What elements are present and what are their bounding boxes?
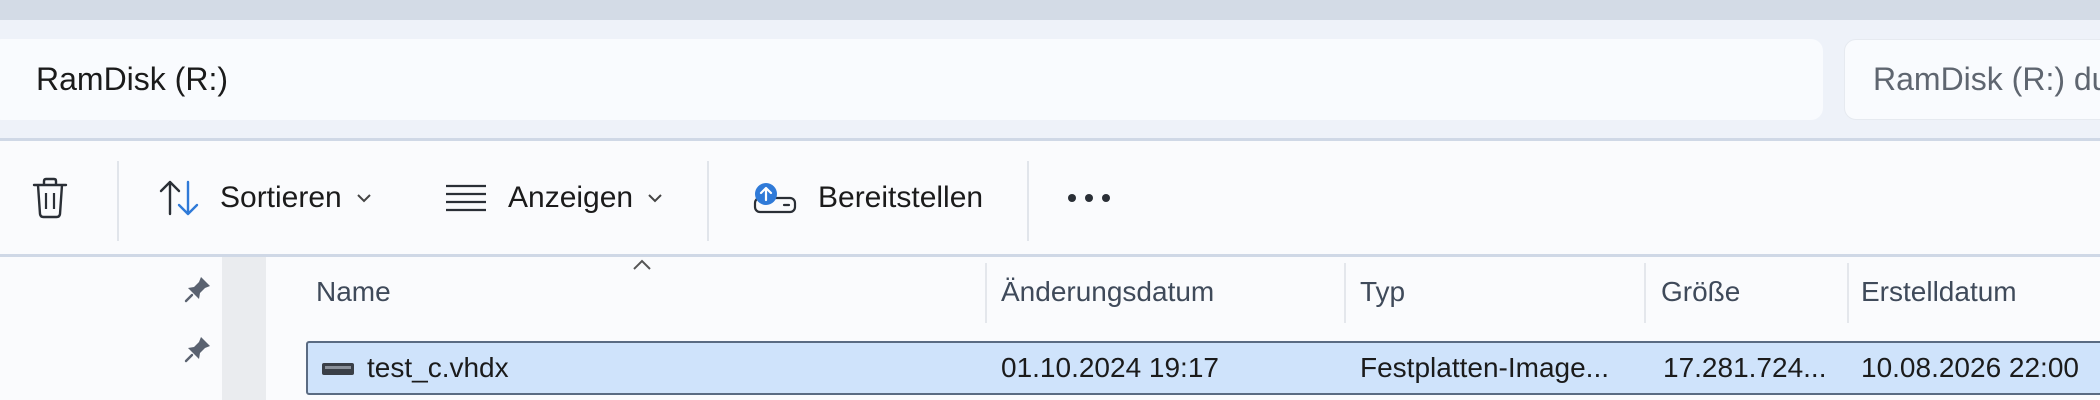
column-header-created-label: Erstelldatum <box>1861 276 2017 307</box>
address-bar[interactable]: RamDisk (R:) <box>0 39 1823 120</box>
sort-label: Sortieren <box>220 180 342 214</box>
toolbar-separator <box>707 161 709 241</box>
drive-image-icon <box>322 363 354 375</box>
file-name[interactable]: test_c.vhdx <box>367 343 509 393</box>
command-bar: Sortieren Anzeigen Bereitstellen <box>0 141 2100 254</box>
view-label: Anzeigen <box>508 180 634 214</box>
chevron-down-icon <box>357 193 371 202</box>
address-row: RamDisk (R:) RamDisk (R:) du <box>0 20 2100 138</box>
file-type: Festplatten-Image... <box>1360 352 1610 383</box>
pin-icon[interactable] <box>183 274 213 304</box>
toolbar-separator <box>117 161 119 241</box>
column-header-name[interactable]: Name <box>316 257 391 327</box>
pin-icon[interactable] <box>183 334 213 364</box>
column-header-size[interactable]: Größe <box>1661 257 1740 327</box>
mount-button[interactable]: Bereitstellen <box>752 141 983 254</box>
column-separator[interactable] <box>1344 263 1346 323</box>
column-header-size-label: Größe <box>1661 276 1741 307</box>
sort-ascending-caret-icon <box>633 259 651 270</box>
column-separator[interactable] <box>985 263 987 323</box>
address-path: RamDisk (R:) <box>36 61 228 97</box>
column-header-type[interactable]: Typ <box>1360 257 1405 327</box>
view-button[interactable]: Anzeigen <box>444 141 663 254</box>
title-bar-strip <box>0 0 2100 20</box>
column-header-type-label: Typ <box>1360 276 1406 307</box>
column-header-created[interactable]: Erstelldatum <box>1861 257 2017 327</box>
trash-icon <box>32 177 68 218</box>
mount-drive-icon <box>753 182 797 213</box>
file-created: 10.08.2026 22:00 <box>1861 352 2079 383</box>
mount-label: Bereitstellen <box>818 180 984 214</box>
file-size: 17.281.724... <box>1663 352 1827 383</box>
search-input[interactable]: RamDisk (R:) du <box>1844 39 2100 120</box>
delete-button[interactable] <box>30 141 70 254</box>
file-modified: 01.10.2024 19:17 <box>1001 352 1219 383</box>
search-placeholder: RamDisk (R:) du <box>1873 61 2100 97</box>
view-list-icon <box>446 184 486 211</box>
chevron-down-icon <box>648 193 662 202</box>
toolbar-separator <box>1027 161 1029 241</box>
sort-icon <box>159 180 199 215</box>
column-separator[interactable] <box>1644 263 1646 323</box>
more-dots-icon <box>1068 193 1110 202</box>
column-header-name-label: Name <box>316 276 391 307</box>
column-header-modified[interactable]: Änderungsdatum <box>1001 257 1214 327</box>
column-header-modified-label: Änderungsdatum <box>1001 276 1215 307</box>
file-explorer-window: RamDisk (R:) RamDisk (R:) du Sortieren A… <box>0 0 2100 400</box>
navigation-scrollbar[interactable] <box>222 257 266 400</box>
more-options-button[interactable] <box>1066 141 1112 254</box>
sort-button[interactable]: Sortieren <box>158 141 372 254</box>
column-separator[interactable] <box>1847 263 1849 323</box>
